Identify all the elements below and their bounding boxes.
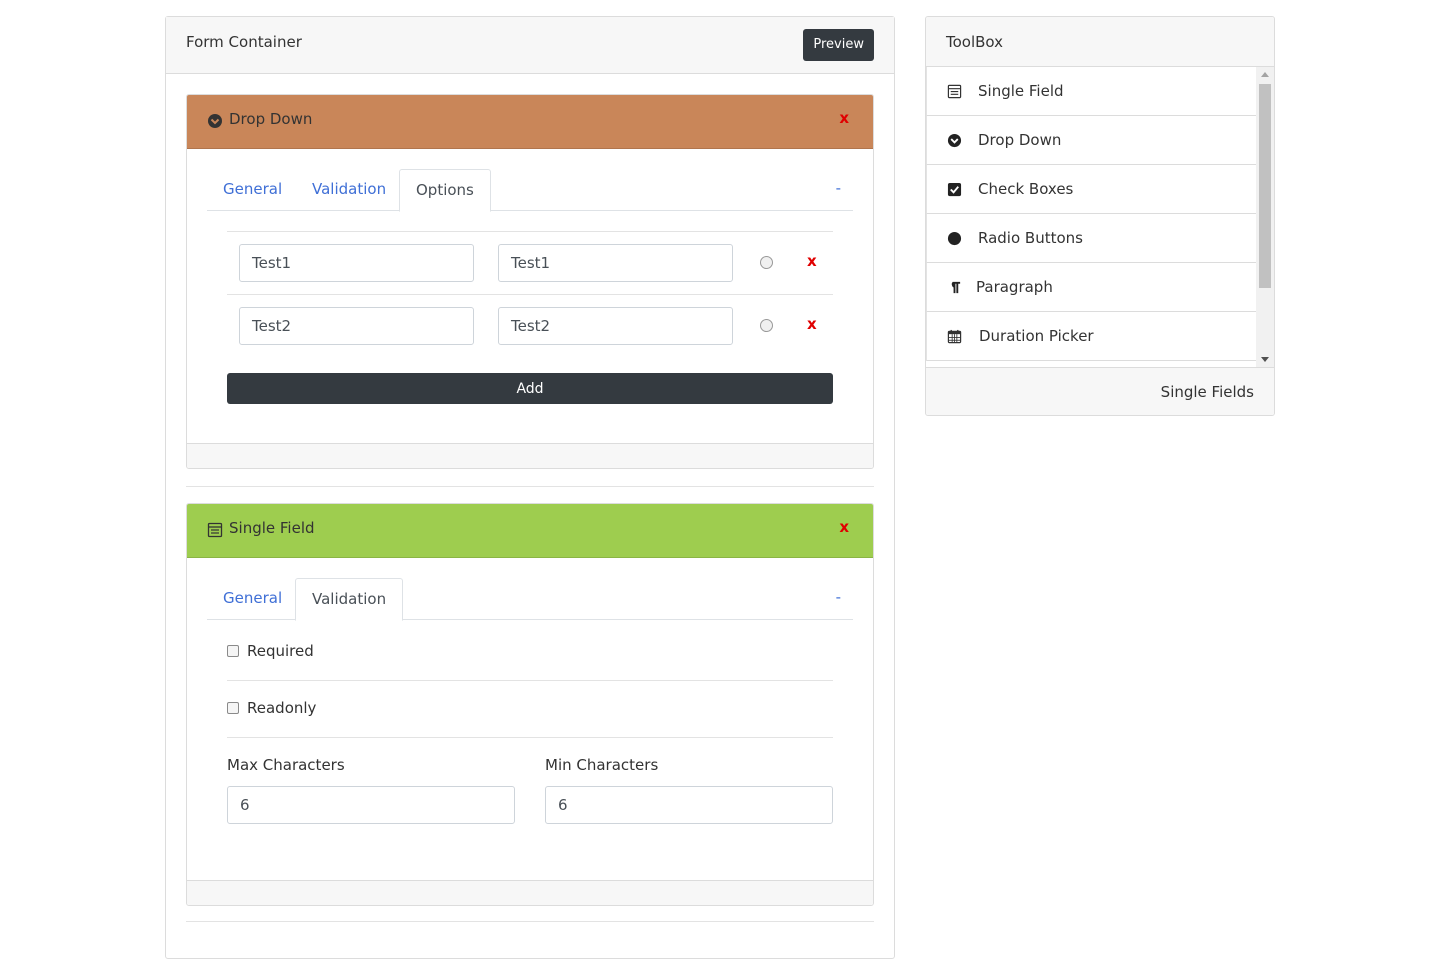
form-container-title: Form Container xyxy=(186,33,302,51)
chevron-circle-down-icon xyxy=(208,114,222,128)
toolbox-item-label: Check Boxes xyxy=(978,180,1074,198)
card-footer xyxy=(187,443,873,468)
form-container-header: Form Container Preview xyxy=(166,17,894,74)
dropdown-card-title: Drop Down xyxy=(229,110,313,128)
remove-dropdown-button[interactable]: x xyxy=(839,109,849,127)
divider xyxy=(227,231,833,232)
toolbox-item-label: Radio Buttons xyxy=(978,229,1083,247)
toolbox-footer: Single Fields xyxy=(926,367,1274,415)
chevron-circle-down-icon xyxy=(947,133,962,148)
toolbox-item-label: Single Field xyxy=(978,82,1064,100)
form-container: Form Container Preview Drop Down x Gener… xyxy=(165,16,895,959)
toolbox-list[interactable]: Single Field Drop Down Check Boxes Radio… xyxy=(926,67,1256,367)
radio-filled-icon xyxy=(947,231,962,246)
toolbox-item-check-boxes[interactable]: Check Boxes xyxy=(926,165,1256,214)
divider xyxy=(227,294,833,295)
option-label-input[interactable]: Test2 xyxy=(239,307,474,345)
option-default-radio[interactable] xyxy=(760,256,773,269)
tab-validation[interactable]: Validation xyxy=(295,578,404,621)
max-characters-input[interactable]: 6 xyxy=(227,786,515,824)
form-field-icon xyxy=(207,522,223,538)
dropdown-field-card: Drop Down x General Validation Options -… xyxy=(186,94,874,469)
card-footer xyxy=(187,880,873,905)
tab-general[interactable]: General xyxy=(207,169,298,211)
dropdown-tabs: General Validation Options - xyxy=(207,169,853,212)
paragraph-icon xyxy=(951,281,961,294)
readonly-checkbox[interactable] xyxy=(227,702,239,714)
min-characters-label: Min Characters xyxy=(545,756,659,774)
remove-single-field-button[interactable]: x xyxy=(839,518,849,536)
option-label-input[interactable]: Test1 xyxy=(239,244,474,282)
required-checkbox[interactable] xyxy=(227,645,239,657)
toolbox-item-label: Drop Down xyxy=(978,131,1062,149)
toolbox-item-radio-buttons[interactable]: Radio Buttons xyxy=(926,214,1256,263)
scroll-up-arrow-icon[interactable] xyxy=(1261,72,1269,77)
tab-general[interactable]: General xyxy=(207,578,298,620)
tab-validation[interactable]: Validation xyxy=(296,169,402,211)
checkbox-checked-icon xyxy=(947,182,962,197)
scroll-down-arrow-icon[interactable] xyxy=(1261,357,1269,362)
collapse-button[interactable]: - xyxy=(836,588,841,606)
toolbox-item-duration-picker[interactable]: Duration Picker xyxy=(926,312,1256,361)
toolbox-panel: ToolBox Single Field Drop Down Check Box… xyxy=(925,16,1275,416)
option-value-input[interactable]: Test2 xyxy=(498,307,733,345)
add-option-button[interactable]: Add xyxy=(227,373,833,404)
tab-options[interactable]: Options xyxy=(399,169,491,212)
scrollbar-thumb[interactable] xyxy=(1259,84,1271,288)
toolbox-scrollbar[interactable] xyxy=(1256,67,1274,367)
remove-option-button[interactable]: x xyxy=(807,252,817,270)
min-characters-input[interactable]: 6 xyxy=(545,786,833,824)
toolbox-item-label: Duration Picker xyxy=(979,327,1094,345)
single-field-card-header[interactable]: Single Field x xyxy=(187,504,873,558)
toolbox-item-label: Paragraph xyxy=(976,278,1053,296)
toolbox-footer-label: Single Fields xyxy=(1160,383,1254,401)
divider xyxy=(227,680,833,681)
divider xyxy=(186,921,874,922)
toolbox-item-paragraph[interactable]: Paragraph xyxy=(926,263,1256,312)
toolbox-item-single-field[interactable]: Single Field xyxy=(926,67,1256,116)
max-characters-label: Max Characters xyxy=(227,756,345,774)
toolbox-header: ToolBox xyxy=(926,17,1274,67)
toolbox-title: ToolBox xyxy=(946,33,1004,51)
required-label: Required xyxy=(247,642,314,660)
preview-button[interactable]: Preview xyxy=(803,29,874,61)
toolbox-item-drop-down[interactable]: Drop Down xyxy=(926,116,1256,165)
form-field-icon xyxy=(947,84,962,99)
single-field-card-title: Single Field xyxy=(229,519,315,537)
option-default-radio[interactable] xyxy=(760,319,773,332)
single-field-tabs: General Validation - xyxy=(207,578,853,621)
remove-option-button[interactable]: x xyxy=(807,315,817,333)
option-value-input[interactable]: Test1 xyxy=(498,244,733,282)
readonly-label: Readonly xyxy=(247,699,317,717)
divider xyxy=(227,737,833,738)
calendar-icon xyxy=(947,329,962,344)
dropdown-card-header[interactable]: Drop Down x xyxy=(187,95,873,149)
collapse-button[interactable]: - xyxy=(836,179,841,197)
divider xyxy=(186,486,874,487)
single-field-card: Single Field x General Validation - Requ… xyxy=(186,503,874,906)
